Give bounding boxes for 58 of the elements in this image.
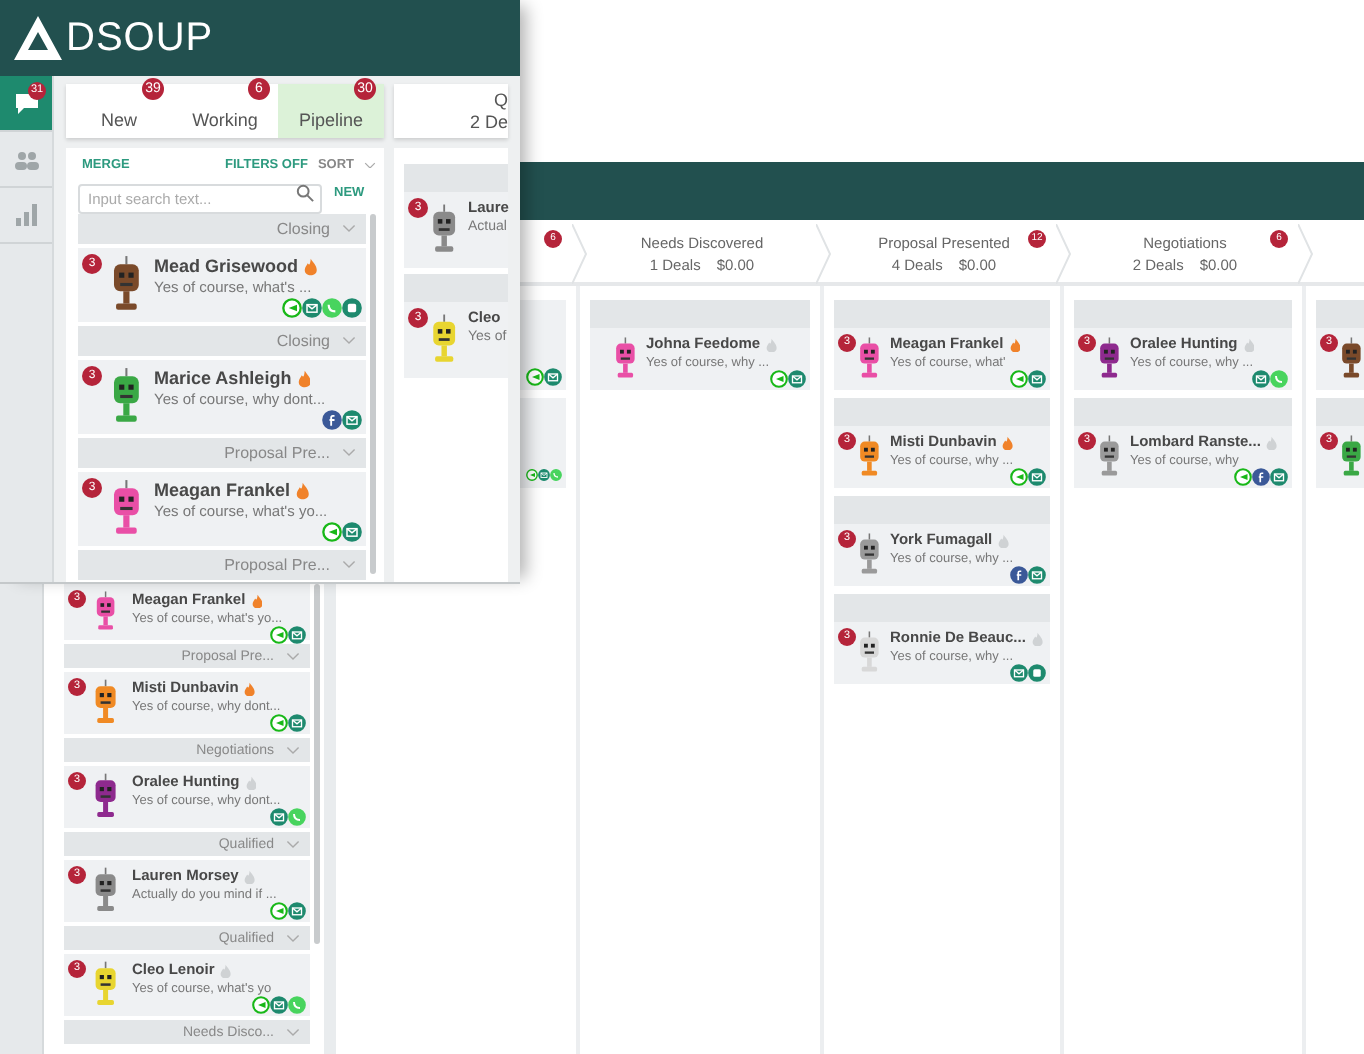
conversation-card[interactable] — [520, 398, 566, 488]
phone-icon[interactable] — [1270, 370, 1288, 389]
facebook-icon[interactable] — [1010, 566, 1028, 585]
stage-title: Q — [493, 90, 508, 112]
brand-name: DSOUP — [66, 15, 214, 61]
message-square-icon[interactable] — [342, 298, 362, 318]
stage-name: Proposal Pre... — [224, 556, 330, 574]
bar-chart-icon[interactable] — [15, 204, 37, 226]
mail-icon[interactable] — [1028, 468, 1046, 487]
phone-icon[interactable] — [322, 298, 342, 318]
facebook-icon[interactable] — [322, 410, 342, 430]
mail-icon[interactable] — [1028, 566, 1046, 585]
mail-icon[interactable] — [302, 298, 322, 318]
card-header — [404, 274, 508, 302]
mail-icon[interactable] — [788, 370, 806, 389]
mail-icon[interactable] — [1252, 370, 1270, 389]
mail-icon[interactable] — [1270, 468, 1288, 487]
scrollbar[interactable] — [370, 214, 376, 574]
message-square-icon[interactable] — [1028, 664, 1046, 683]
mail-icon[interactable] — [288, 714, 306, 733]
scrollbar[interactable] — [314, 584, 320, 944]
phone-icon[interactable] — [550, 466, 562, 484]
contact-name: Meagan Frankel — [154, 480, 291, 501]
contact-name: Mead Grisewood — [154, 256, 299, 277]
mail-icon[interactable] — [342, 410, 362, 430]
chevron-down-icon[interactable] — [286, 839, 300, 849]
search-icon — [296, 184, 314, 202]
mail-icon[interactable] — [538, 466, 550, 484]
card-header — [404, 164, 508, 192]
chevron-down-icon[interactable] — [342, 448, 356, 458]
phone-icon[interactable] — [288, 996, 306, 1015]
chevron-down-icon[interactable] — [286, 933, 300, 943]
mail-icon[interactable] — [544, 368, 562, 386]
mail-icon[interactable] — [288, 902, 306, 921]
stage-name: Proposal Pre... — [224, 444, 330, 462]
phone-icon[interactable] — [288, 808, 306, 827]
stage-card[interactable]: Q 2 De — [394, 84, 508, 138]
conversation-card[interactable] — [520, 300, 566, 390]
chevron-down-icon[interactable] — [286, 651, 300, 661]
mail-icon[interactable] — [270, 808, 288, 827]
chevron-down-icon[interactable] — [364, 161, 376, 169]
chevron-down-icon[interactable] — [342, 560, 356, 570]
facebook-icon[interactable] — [1252, 468, 1270, 487]
chevron-down-icon[interactable] — [342, 224, 356, 234]
mail-icon[interactable] — [1028, 370, 1046, 389]
mail-icon[interactable] — [288, 626, 306, 645]
contact-name: Marice Ashleigh — [154, 368, 292, 389]
chevron-down-icon[interactable] — [342, 336, 356, 346]
chevron-down-icon[interactable] — [286, 1027, 300, 1037]
mail-icon[interactable] — [342, 522, 362, 542]
stage-name: Closing — [276, 332, 330, 350]
deal-count: 2 De — [469, 112, 508, 134]
logo-icon — [12, 14, 64, 62]
stage-name: Closing — [276, 220, 330, 238]
people-icon[interactable] — [13, 149, 39, 169]
mail-icon[interactable] — [1010, 664, 1028, 683]
chevron-down-icon[interactable] — [286, 745, 300, 755]
mail-icon[interactable] — [270, 996, 288, 1015]
